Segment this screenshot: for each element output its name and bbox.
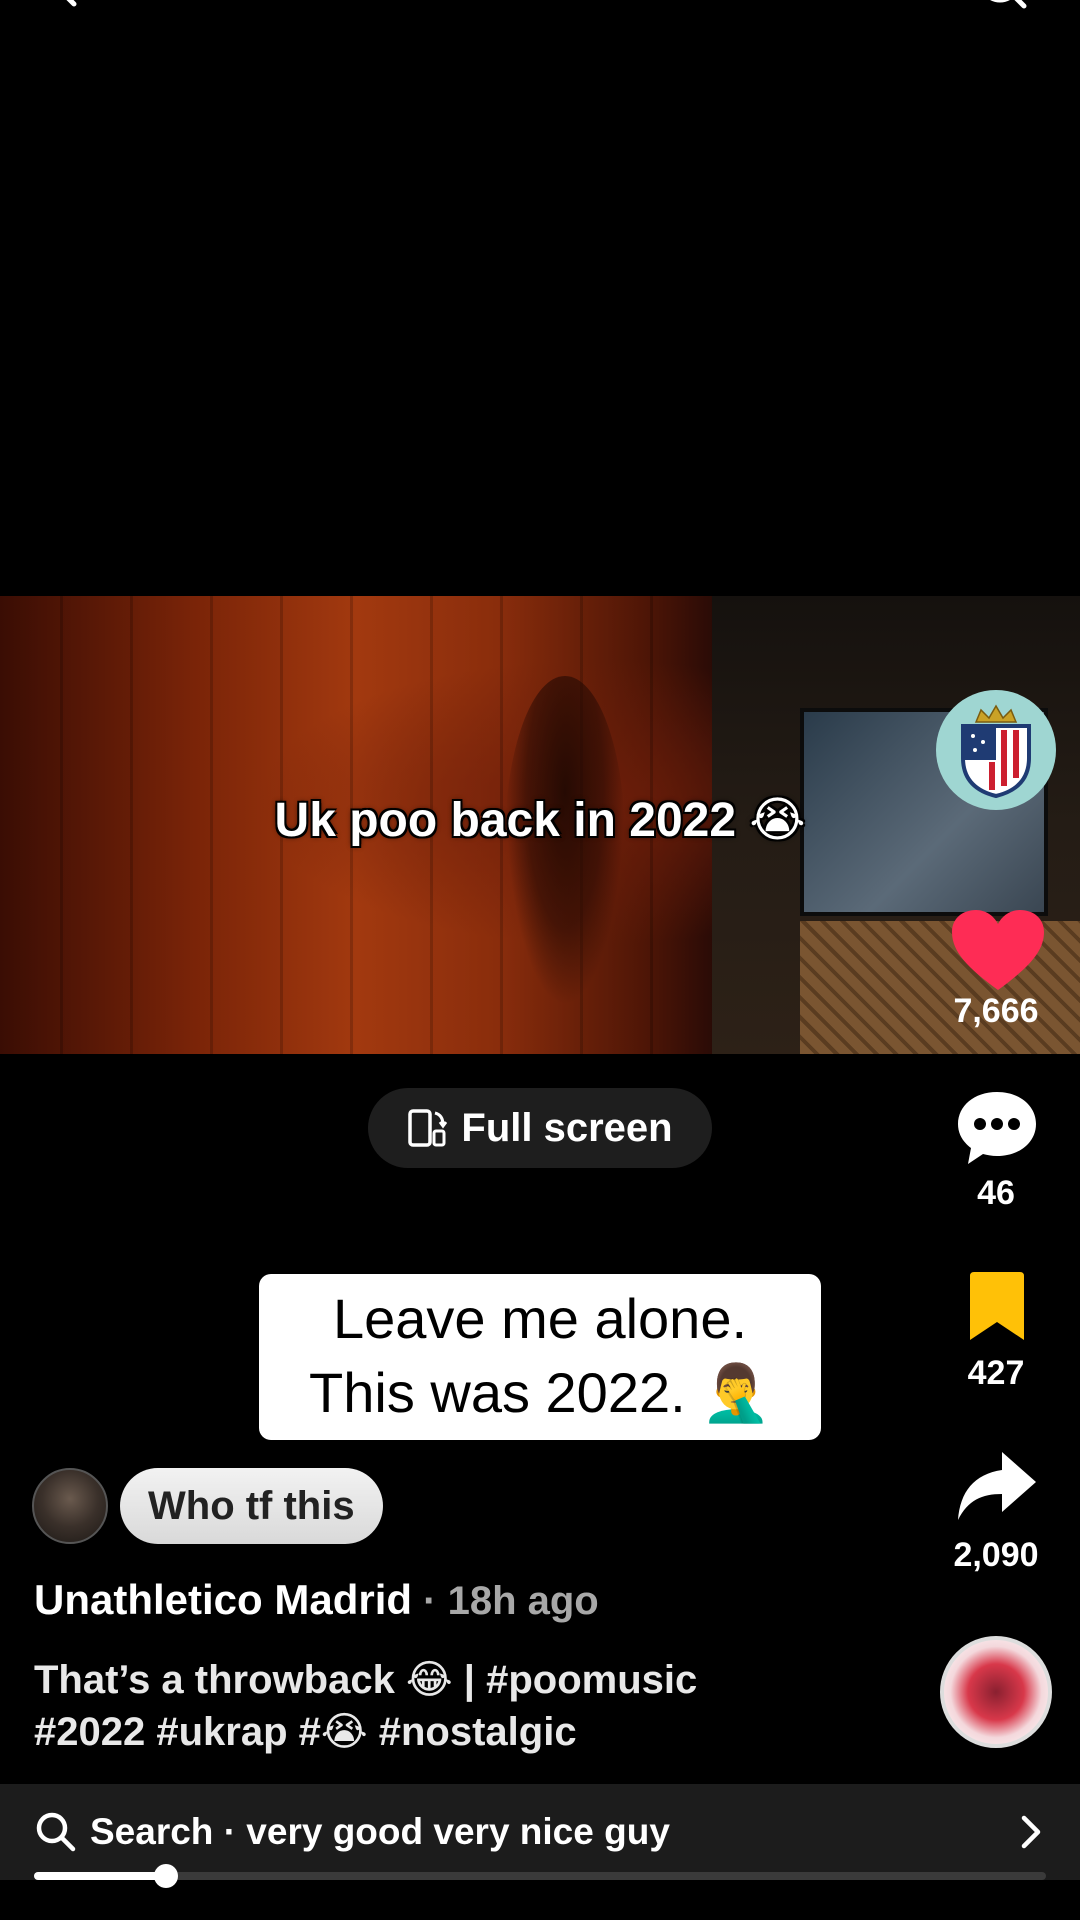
chevron-right-icon [1021, 1815, 1041, 1849]
bookmark-icon [970, 1272, 1024, 1340]
text-sticker: Leave me alone. This was 2022. 🤦‍♂️ [259, 1274, 821, 1440]
full-screen-button[interactable]: Full screen [368, 1088, 712, 1168]
sticker-line-2: This was 2022. 🤦‍♂️ [309, 1361, 771, 1424]
comment-count: 46 [977, 1174, 1015, 1212]
search-button[interactable] [970, 0, 1040, 22]
video-caption: Uk poo back in 2022 😭 [274, 794, 806, 847]
back-button[interactable] [40, 0, 100, 22]
comment-preview[interactable]: Who tf this [120, 1468, 383, 1544]
commenter-avatar[interactable] [32, 1468, 108, 1544]
video-player[interactable]: Uk poo back in 2022 😭 [0, 596, 1080, 1054]
creator-avatar[interactable] [936, 690, 1056, 810]
like-button[interactable] [948, 906, 1048, 996]
club-crest-icon [961, 704, 1031, 799]
description-line-1: That’s a throwback 😂 | #poomusic [34, 1658, 698, 1702]
description-line-2: #2022 #ukrap #😭 #nostalgic [34, 1710, 577, 1754]
sticker-line-1: Leave me alone. [332, 1287, 748, 1350]
search-icon [36, 1812, 76, 1852]
comment-bubble-icon [958, 1092, 1036, 1164]
heart-icon [952, 910, 1044, 990]
share-arrow-icon [958, 1452, 1036, 1520]
post-description[interactable]: That’s a throwback 😂 | #poomusic #2022 #… [34, 1654, 814, 1758]
rotate-phone-icon [408, 1109, 448, 1147]
author-line: Unathletico Madrid · 18h ago [34, 1576, 599, 1624]
full-screen-label: Full screen [461, 1105, 673, 1150]
author-name[interactable]: Unathletico Madrid [34, 1576, 412, 1623]
music-disc[interactable] [940, 1636, 1052, 1748]
comment-button[interactable] [954, 1088, 1040, 1168]
save-count: 427 [967, 1354, 1025, 1392]
like-count: 7,666 [953, 992, 1039, 1030]
search-icon [990, 0, 1027, 9]
save-button[interactable] [966, 1270, 1028, 1344]
share-button[interactable] [954, 1448, 1038, 1524]
post-time: · 18h ago [412, 1579, 599, 1623]
chevron-left-icon [66, 0, 77, 7]
share-count: 2,090 [953, 1536, 1039, 1574]
progress-track[interactable] [34, 1872, 1046, 1880]
progress-fill [34, 1872, 166, 1880]
progress-scrubber[interactable] [154, 1864, 178, 1888]
search-suggestion-text: Search · very good very nice guy [90, 1811, 670, 1852]
